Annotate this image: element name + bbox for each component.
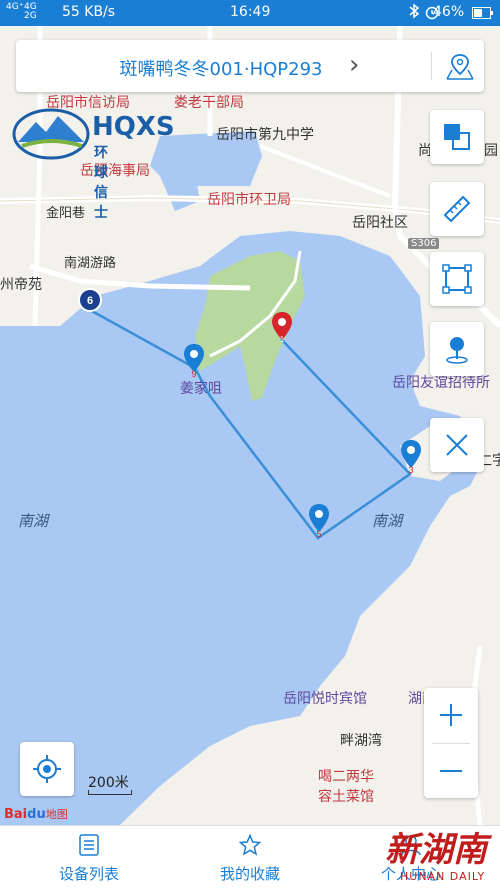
pin-button[interactable] — [430, 322, 484, 376]
poi-label: 岳阳社区 — [352, 215, 408, 231]
map-pin-icon — [446, 337, 468, 364]
tab-favorites[interactable]: 我的收藏 — [175, 826, 325, 889]
geofence-button[interactable] — [430, 252, 484, 306]
svg-text:5: 5 — [316, 529, 321, 538]
poi-label: 岳阳悦时宾馆 — [283, 691, 367, 707]
company-logo: HQXS 环球信士 — [12, 108, 175, 221]
street-label: 南湖游路 — [64, 256, 117, 271]
watermark: 新湖南 — [385, 830, 487, 870]
layers-icon — [444, 124, 470, 150]
locate-me-button[interactable] — [20, 742, 74, 796]
network-indicator: 4G⁺ — [6, 2, 24, 12]
star-icon — [239, 834, 261, 856]
network-indicator-2: 4G 2G — [24, 2, 37, 21]
network-speed: 55 KB/s — [62, 4, 116, 20]
svg-text:1: 1 — [280, 335, 285, 344]
close-icon — [446, 434, 468, 456]
device-title[interactable]: 斑嘴鸭冬冬001·HQP293 — [16, 55, 426, 81]
ruler-button[interactable] — [430, 182, 484, 236]
poi-label: 岳阳市第九中学 — [216, 127, 314, 143]
clock: 16:49 — [230, 4, 271, 20]
zoom-controls — [424, 688, 478, 798]
divider — [431, 52, 432, 80]
poi-label: 姜家咀 — [180, 381, 222, 397]
marker-5[interactable]: 5 — [307, 502, 331, 538]
poi-label: 州帝苑 — [0, 277, 42, 293]
crosshair-icon — [33, 755, 61, 783]
marker-9[interactable]: 9 — [182, 342, 206, 378]
marker-1[interactable]: 1 — [270, 310, 294, 344]
poi-label: 岳阳市环卫局 — [207, 192, 291, 208]
battery-icon — [472, 7, 494, 23]
scale-bar — [88, 790, 132, 795]
map-location-icon[interactable] — [444, 52, 476, 82]
poi-label: 园 — [484, 143, 498, 159]
area-select-icon — [442, 264, 472, 294]
logo-subtitle: 环球信士 — [94, 145, 111, 221]
chevron-right-icon[interactable]: › — [349, 50, 359, 80]
divider — [432, 743, 470, 744]
lake-label: 南湖 — [372, 512, 403, 530]
tab-label: 我的收藏 — [219, 865, 280, 883]
poi-label: 容土菜馆 — [318, 789, 374, 805]
lake-label: 南湖 — [18, 512, 49, 530]
tab-device-list[interactable]: 设备列表 — [14, 826, 164, 889]
logo-text: HQXS — [92, 112, 175, 142]
svg-text:3: 3 — [408, 465, 413, 474]
ruler-icon — [443, 195, 471, 223]
zoom-in-button[interactable] — [438, 702, 464, 728]
logo-mark-icon — [12, 108, 90, 160]
scale-label: 200米 — [88, 775, 129, 791]
baidu-logo: Baidu地图 — [4, 807, 68, 822]
svg-text:9: 9 — [191, 369, 196, 378]
tab-label: 设备列表 — [58, 865, 119, 883]
battery-level: 46% — [433, 4, 465, 20]
status-bar: 4G⁺ 4G 2G 55 KB/s 16:49 46% — [0, 0, 500, 26]
marker-3[interactable]: 3 — [399, 438, 423, 474]
watermark-sub: HUNAN DAILY — [400, 870, 486, 883]
road-sign: S306 — [408, 238, 440, 249]
bluetooth-icon — [408, 3, 420, 23]
poi-label: 娄老干部局 — [174, 95, 244, 111]
poi-label: 畔湖湾 — [340, 733, 382, 749]
poi-label: 喝二两华 — [318, 769, 374, 785]
list-icon — [79, 834, 99, 856]
marker-6[interactable]: 6 — [76, 286, 104, 314]
svg-text:6: 6 — [87, 295, 93, 307]
street-label: 金阳巷 — [46, 206, 86, 221]
clear-button[interactable] — [430, 418, 484, 472]
device-title-card[interactable]: 斑嘴鸭冬冬001·HQP293 › — [16, 40, 484, 92]
layers-button[interactable] — [430, 110, 484, 164]
poi-label: 岳阳海事局 — [80, 163, 150, 179]
zoom-out-button[interactable] — [438, 758, 464, 784]
